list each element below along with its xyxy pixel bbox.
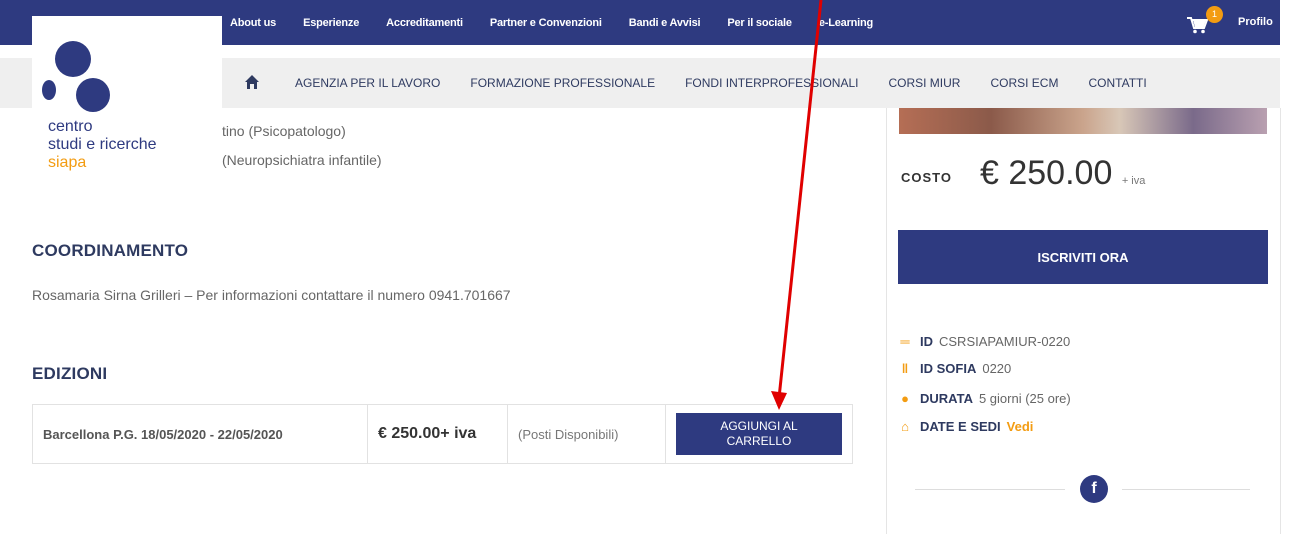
logo-dot-large	[55, 41, 91, 77]
home-icon[interactable]	[244, 74, 260, 90]
bars-icon: ═	[900, 334, 910, 349]
logo-text-siapa: siapa	[48, 154, 87, 171]
add-to-cart-label: AGGIUNGI AL CARRELLO	[720, 419, 797, 449]
cost-amount: € 250.00	[980, 154, 1113, 192]
add-to-cart-label-line2: CARRELLO	[726, 434, 792, 448]
subnav-contatti[interactable]: CONTATTI	[1088, 76, 1146, 90]
share-divider-left	[915, 489, 1065, 490]
site-logo[interactable]: centro studi e ricerche siapa	[32, 16, 222, 192]
edition-price: € 250.00+ iva	[368, 405, 508, 463]
top-nav-menu: About us Esperienze Accreditamenti Partn…	[230, 0, 900, 45]
edition-availability: (Posti Disponibili)	[508, 405, 666, 463]
subnav-agenzia-lavoro[interactable]: AGENZIA PER IL LAVORO	[295, 76, 440, 90]
meta-sofia-value: 0220	[982, 361, 1012, 376]
edition-row: Barcellona P.G. 18/05/2020 - 22/05/2020 …	[32, 404, 853, 464]
share-divider-right	[1122, 489, 1250, 490]
teacher-line-1: tino (Psicopatologo)	[222, 123, 346, 139]
add-to-cart-button[interactable]: AGGIUNGI AL CARRELLO	[676, 413, 842, 455]
course-image	[899, 108, 1267, 134]
edition-place-dates: Barcellona P.G. 18/05/2020 - 22/05/2020	[33, 405, 368, 463]
meta-dates: ⌂ DATE E SEDI Vedi	[898, 419, 1033, 434]
meta-id-label: ID	[920, 334, 933, 349]
subnav-formazione-professionale[interactable]: FORMAZIONE PROFESSIONALE	[470, 76, 655, 90]
subnav-corsi-miur[interactable]: CORSI MIUR	[888, 76, 960, 90]
stopwatch-icon: ●	[901, 391, 909, 406]
barcode-icon: ‖	[901, 361, 909, 376]
nav-accreditamenti[interactable]: Accreditamenti	[386, 17, 463, 29]
facebook-icon[interactable]: f	[1080, 475, 1108, 503]
meta-duration: ● DURATA 5 giorni (25 ore)	[898, 391, 1071, 406]
meta-duration-label: DURATA	[920, 391, 973, 406]
nav-e-learning[interactable]: e-Learning	[819, 17, 873, 29]
logo-dot-small	[42, 80, 56, 100]
logo-text-studi: studi e ricerche	[48, 136, 157, 153]
teacher-line-2: (Neuropsichiatra infantile)	[222, 152, 382, 168]
nav-esperienze[interactable]: Esperienze	[303, 17, 359, 29]
profile-link[interactable]: Profilo	[1238, 0, 1273, 45]
cost-label: COSTO	[901, 170, 952, 185]
coordination-heading: COORDINAMENTO	[32, 241, 189, 260]
cart-icon[interactable]	[1186, 16, 1208, 34]
logo-text-centro: centro	[48, 118, 93, 135]
meta-sofia-label: ID SOFIA	[920, 361, 977, 376]
secondary-nav-menu: AGENZIA PER IL LAVORO FORMAZIONE PROFESS…	[295, 58, 1177, 108]
subnav-corsi-ecm[interactable]: CORSI ECM	[990, 76, 1058, 90]
meta-id-value: CSRSIAPAMIUR-0220	[939, 334, 1071, 349]
nav-bandi-avvisi[interactable]: Bandi e Avvisi	[629, 17, 701, 29]
subnav-fondi-interprofessionali[interactable]: FONDI INTERPROFESSIONALI	[685, 76, 858, 90]
cost-value: € 250.00 + iva	[980, 154, 1145, 193]
cart-count-badge: 1	[1206, 6, 1223, 23]
enroll-now-button[interactable]: ISCRIVITI ORA	[898, 230, 1268, 284]
logo-text: centro studi e ricerche siapa	[48, 118, 157, 172]
add-to-cart-label-line1: AGGIUNGI AL	[720, 419, 798, 433]
cost-iva: + iva	[1121, 175, 1146, 187]
meta-dates-label: DATE E SEDI	[920, 419, 1001, 434]
meta-sofia: ‖ ID SOFIA 0220	[898, 361, 1012, 376]
meta-duration-value: 5 giorni (25 ore)	[978, 391, 1071, 406]
home-small-icon: ⌂	[901, 419, 909, 434]
nav-per-il-sociale[interactable]: Per il sociale	[727, 17, 792, 29]
editions-heading: EDIZIONI	[32, 364, 108, 383]
nav-about-us[interactable]: About us	[230, 17, 276, 29]
meta-id: ═ ID CSRSIAPAMIUR-0220	[898, 334, 1070, 349]
edition-action-cell: AGGIUNGI AL CARRELLO	[666, 405, 852, 463]
meta-dates-link[interactable]: Vedi	[1007, 419, 1034, 434]
coordination-text: Rosamaria Sirna Grilleri – Per informazi…	[32, 287, 511, 303]
nav-partner-convenzioni[interactable]: Partner e Convenzioni	[490, 17, 602, 29]
logo-dot-medium	[76, 78, 110, 112]
